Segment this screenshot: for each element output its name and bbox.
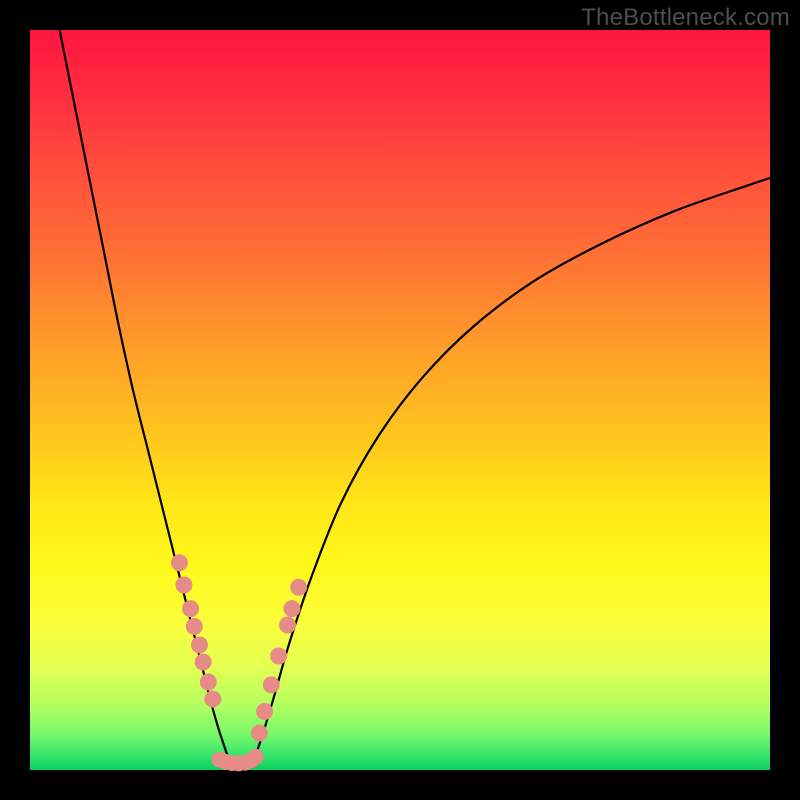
- data-dot: [283, 600, 300, 617]
- data-dot: [195, 653, 212, 670]
- data-dot: [204, 690, 221, 707]
- data-dot: [171, 554, 188, 571]
- data-dot: [200, 673, 217, 690]
- data-dot: [248, 749, 264, 765]
- plot-area: [30, 30, 770, 770]
- data-dot: [191, 636, 208, 653]
- right-curve: [256, 178, 770, 755]
- data-dot: [263, 676, 280, 693]
- data-dot: [175, 577, 192, 594]
- left-curve: [60, 30, 230, 763]
- data-dot: [279, 616, 296, 633]
- data-dot: [186, 618, 203, 635]
- data-dot: [251, 725, 268, 742]
- marker-dots: [171, 554, 307, 771]
- curves-svg: [30, 30, 770, 770]
- data-dot: [256, 703, 273, 720]
- outer-frame: TheBottleneck.com: [0, 0, 800, 800]
- data-dot: [290, 579, 307, 596]
- watermark-text: TheBottleneck.com: [581, 4, 790, 32]
- data-dot: [270, 648, 287, 665]
- data-dot: [182, 600, 199, 617]
